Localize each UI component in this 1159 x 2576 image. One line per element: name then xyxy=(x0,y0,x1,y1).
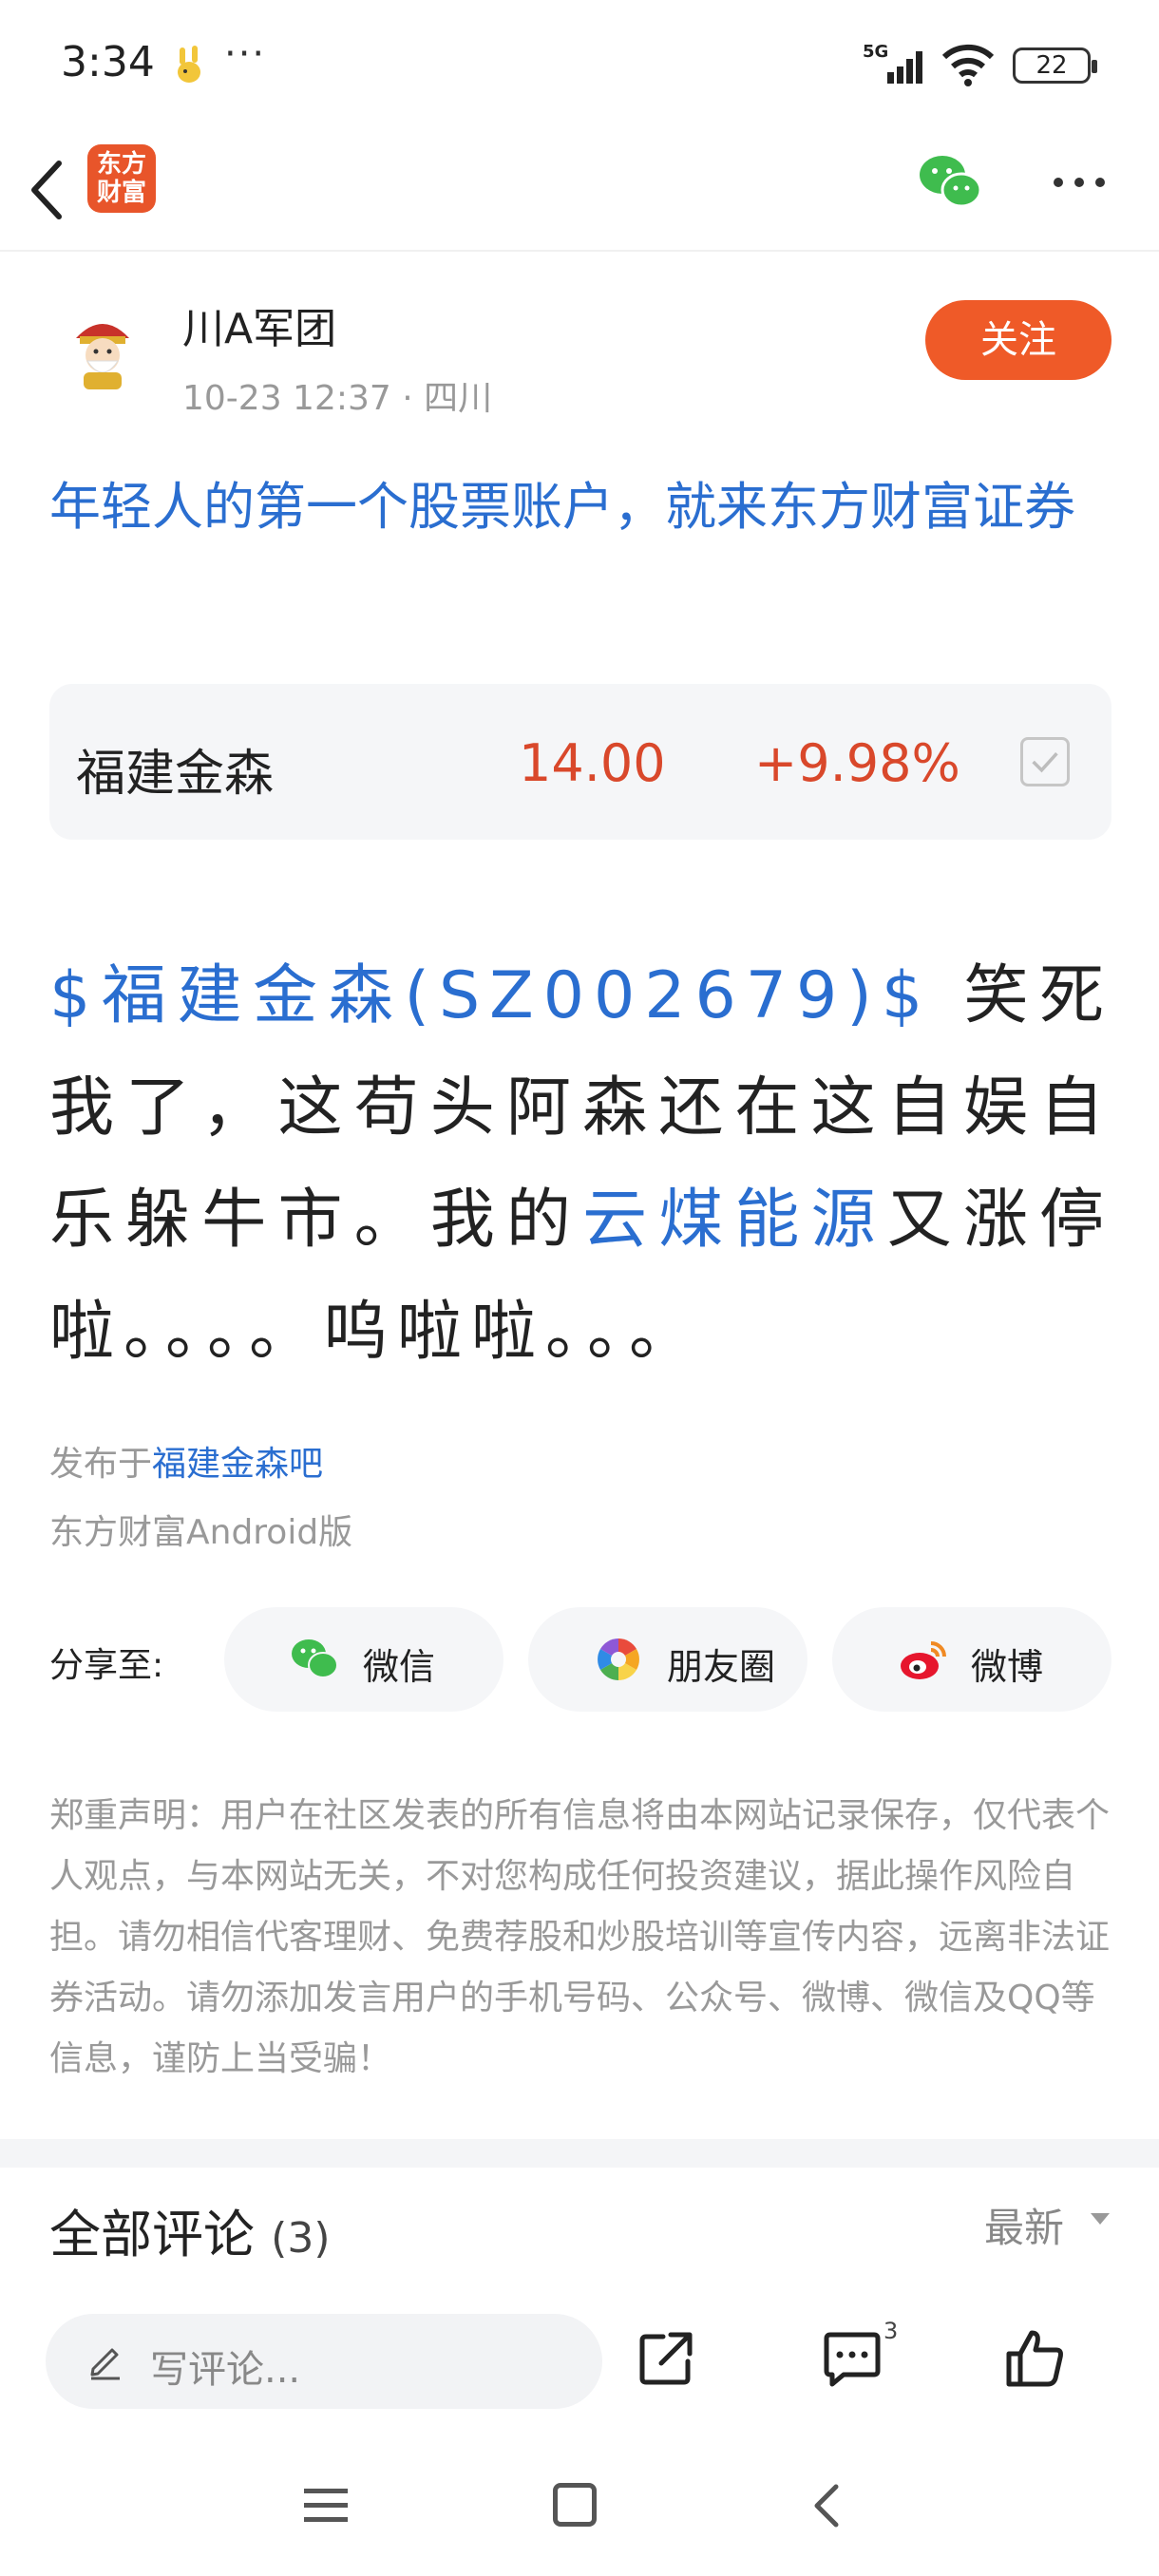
avatar[interactable] xyxy=(55,302,150,397)
status-time: 3:34 xyxy=(61,38,155,86)
share-weibo-button[interactable]: 微博 xyxy=(832,1607,1112,1712)
comments-title-text: 全部评论 xyxy=(49,2205,255,2264)
bar-link[interactable]: 福建金森吧 xyxy=(152,1445,323,1484)
share-wechat-button[interactable]: 微信 xyxy=(224,1607,504,1712)
stock-price: 14.00 xyxy=(519,733,666,793)
network-type: 5G xyxy=(863,42,888,62)
published-in: 发布于福建金森吧 xyxy=(49,1436,323,1486)
stock-name: 福建金森 xyxy=(76,746,275,803)
comments-title: 全部评论 (3) xyxy=(49,2192,331,2267)
share-moments-label: 朋友圈 xyxy=(667,1646,776,1688)
section-divider xyxy=(0,2139,1159,2168)
home-icon[interactable] xyxy=(553,2483,597,2527)
back-icon[interactable] xyxy=(21,150,78,230)
share-weibo-label: 微博 xyxy=(971,1646,1044,1688)
recent-apps-icon[interactable] xyxy=(302,2485,350,2527)
pen-icon xyxy=(90,2348,120,2380)
chevron-down-icon[interactable] xyxy=(1091,2213,1110,2225)
share-icon[interactable] xyxy=(636,2329,695,2388)
published-prefix: 发布于 xyxy=(49,1445,153,1484)
moments-icon xyxy=(598,1638,639,1680)
logo-line-1: 东方 xyxy=(96,150,146,179)
top-nav-bar: 东方 财富 xyxy=(0,133,1159,252)
follow-button[interactable]: 关注 xyxy=(925,300,1112,380)
post-body: $福建金森(SZ002679)$ 笑死我了，这苟头阿森还在这自娱自乐躲牛市。我的… xyxy=(49,940,1113,1389)
like-icon[interactable] xyxy=(1003,2327,1068,2390)
weibo-icon xyxy=(901,1641,946,1679)
share-wechat-label: 微信 xyxy=(363,1646,436,1688)
more-icon[interactable] xyxy=(1049,163,1110,201)
comments-count: (3) xyxy=(271,2214,331,2263)
battery-indicator: 22 xyxy=(1013,47,1097,84)
checkbox-icon[interactable] xyxy=(1020,737,1070,786)
promo-link[interactable]: 年轻人的第一个股票账户，就来东方财富证券 xyxy=(49,465,1123,549)
signal-icon: 5G xyxy=(863,42,922,84)
status-bar: 3:34 ··· 5G 22 xyxy=(0,0,1159,133)
stock-change: +9.98% xyxy=(754,733,960,793)
wechat-icon xyxy=(292,1639,338,1678)
status-more-icon: ··· xyxy=(224,32,267,76)
disclaimer: 郑重声明：用户在社区发表的所有信息将由本网站记录保存，仅代表个人观点，与本网站无… xyxy=(49,1796,1111,2078)
topic-link[interactable]: 云煤能源 xyxy=(582,1183,887,1258)
sort-dropdown[interactable]: 最新 xyxy=(984,2196,1064,2254)
share-label: 分享至: xyxy=(49,1646,164,1685)
app-logo[interactable]: 东方 财富 xyxy=(87,144,156,213)
stock-card[interactable]: 福建金森 14.00 +9.98% xyxy=(49,684,1112,840)
wifi-icon xyxy=(941,44,995,86)
author-name[interactable]: 川A军团 xyxy=(182,294,336,355)
comment-count-badge: 3 xyxy=(884,2318,899,2344)
rabbit-notification-icon xyxy=(178,46,200,83)
wechat-icon[interactable] xyxy=(916,152,984,213)
post-meta: 10-23 12:37 · 四川 xyxy=(182,379,493,418)
logo-line-2: 财富 xyxy=(96,179,146,207)
comment-placeholder: 写评论... xyxy=(150,2348,301,2392)
client-info: 东方财富Android版 xyxy=(49,1513,353,1552)
comment-input[interactable]: 写评论... xyxy=(46,2314,602,2409)
stock-tag-link[interactable]: $福建金森(SZ002679)$ xyxy=(49,958,932,1033)
system-back-icon[interactable] xyxy=(808,2481,846,2530)
share-moments-button[interactable]: 朋友圈 xyxy=(528,1607,808,1712)
comment-icon[interactable] xyxy=(821,2329,884,2390)
